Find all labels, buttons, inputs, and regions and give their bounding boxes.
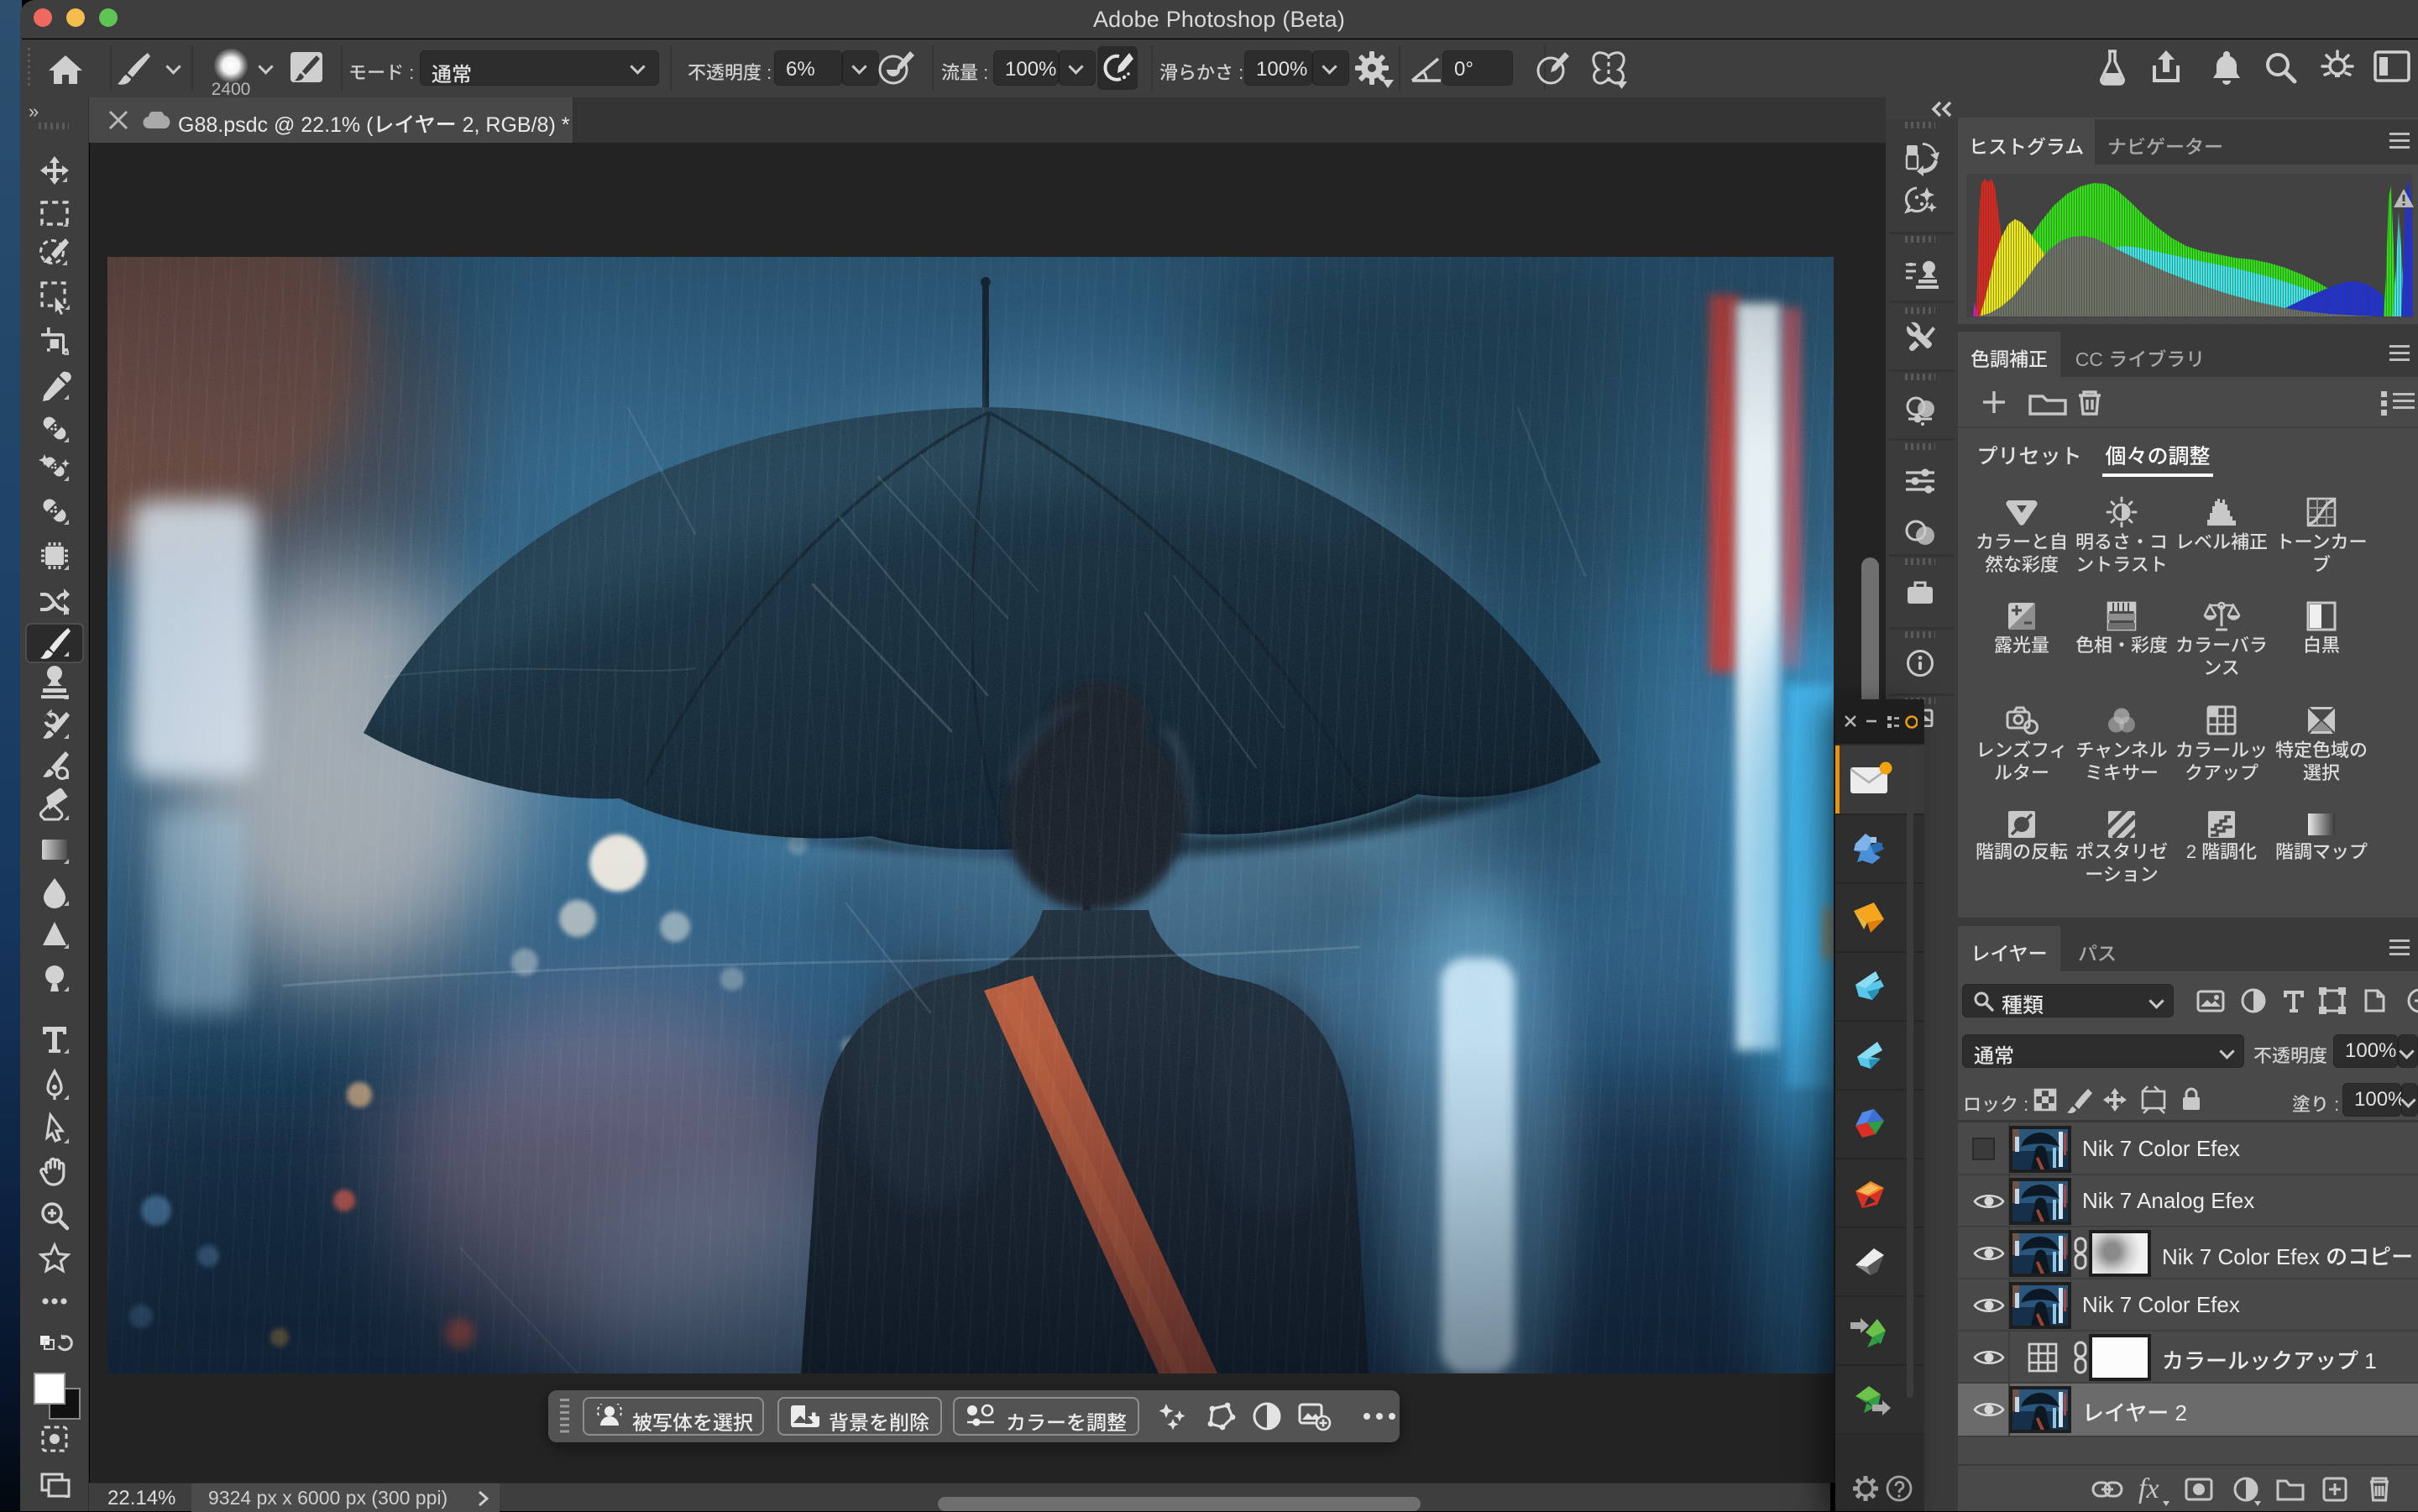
svg-text:fx: fx: [2138, 1473, 2159, 1504]
